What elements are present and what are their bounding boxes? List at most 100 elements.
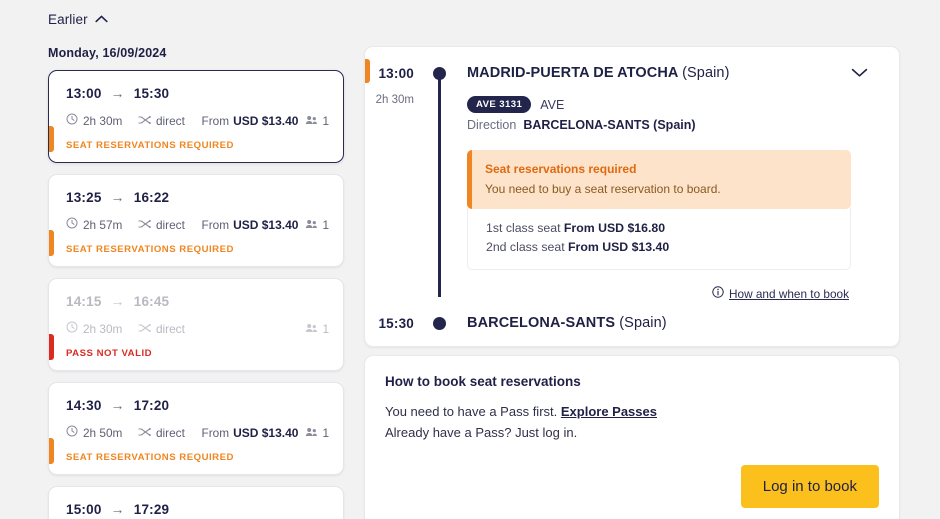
warning-text: You need to buy a seat reservation to bo… (485, 182, 721, 197)
changes-group: direct (138, 322, 185, 336)
arrive-time: 15:30 (133, 85, 170, 101)
how-to-book-row[interactable]: How and when to book (467, 285, 851, 303)
clock-icon (66, 113, 78, 128)
journey-detail-card: 13:00 2h 30m MADRID-PUERTA DE ATOCHA (Sp… (364, 46, 900, 348)
departure-time-column: 13:00 2h 30m (365, 65, 427, 305)
status-accent-bar (49, 334, 54, 360)
duration-group: 2h 30m (66, 113, 138, 128)
depart-time: 13:25 (66, 189, 102, 205)
passengers-icon (305, 218, 318, 232)
journey-card[interactable]: 14:30 → 17:20 2h 50m direct From USD $13… (48, 382, 344, 475)
journey-card[interactable]: 14:15 → 16:45 2h 30m direct 1 PASS NOT V… (48, 278, 344, 371)
duration-value: 2h 30m (83, 113, 123, 128)
booking-line-1: You need to have a Pass first. Explore P… (385, 401, 879, 422)
earlier-toggle[interactable]: Earlier (48, 8, 108, 30)
arrow-right-icon: → (110, 85, 125, 101)
earlier-label: Earlier (48, 11, 88, 27)
train-type-label: AVE (540, 97, 565, 112)
changes-value: direct (156, 425, 185, 440)
depart-time: 14:30 (66, 397, 102, 413)
price-group: From USD $13.40 (202, 114, 299, 128)
passengers-count: 1 (322, 217, 329, 232)
arrow-right-icon: → (110, 189, 125, 205)
info-icon (712, 285, 724, 303)
passengers-count: 1 (322, 425, 329, 440)
journey-times: 14:15 → 16:45 (66, 293, 329, 309)
search-results-page: Earlier Monday, 16/09/2024 13:00 → 15:30… (0, 0, 940, 519)
origin-station-name: MADRID-PUERTA DE ATOCHA (Spain) (467, 65, 851, 82)
journey-meta: 2h 30m direct From USD $13.40 1 (66, 113, 329, 128)
results-layout: Monday, 16/09/2024 13:00 → 15:30 2h 30m (48, 46, 900, 519)
leg-departure: 13:00 2h 30m MADRID-PUERTA DE ATOCHA (Sp… (365, 65, 881, 305)
detail-accent-bar (365, 59, 370, 83)
fare-price: From USD $13.40 (568, 240, 670, 255)
arrive-time: 17:20 (133, 397, 170, 413)
booking-info-card: How to book seat reservations You need t… (364, 355, 900, 519)
destination-station-name: BARCELONA-SANTS (Spain) (467, 315, 851, 332)
fare-row: 1st class seat From USD $16.80 (486, 219, 836, 238)
price-value: USD $13.40 (233, 113, 299, 128)
timeline-line (438, 73, 441, 298)
booking-line-1-text: You need to have a Pass first. (385, 404, 561, 420)
clock-icon (66, 217, 78, 232)
fare-row: 2nd class seat From USD $13.40 (486, 238, 836, 257)
journey-times: 15:00 → 17:29 (66, 501, 329, 517)
origin-station-country: (Spain) (682, 65, 730, 81)
journey-card[interactable]: 13:00 → 15:30 2h 30m direct From USD $13… (48, 70, 344, 163)
journey-card[interactable]: 13:25 → 16:22 2h 57m direct From USD $13… (48, 174, 344, 267)
changes-group: direct (138, 114, 185, 128)
fare-price: From USD $16.80 (563, 221, 666, 236)
price-prefix: From (201, 113, 230, 128)
origin-station-label: MADRID-PUERTA DE ATOCHA (467, 65, 678, 81)
warning-accent-bar (467, 150, 472, 210)
destination-station-label: BARCELONA-SANTS (467, 315, 616, 332)
status-badge: SEAT RESERVATIONS REQUIRED (66, 244, 234, 255)
price-group: From USD $13.40 (202, 426, 299, 440)
booking-line-2: Already have a Pass? Just log in. (385, 425, 578, 441)
price-prefix: From (201, 425, 230, 440)
timeline-dot-arrival (433, 317, 446, 331)
arrive-time: 16:45 (133, 293, 170, 309)
passengers-icon (305, 114, 318, 128)
transfer-icon (138, 426, 151, 440)
direction-value: BARCELONA-SANTS (Spain) (523, 118, 696, 133)
direction-row: Direction BARCELONA-SANTS (Spain) (467, 118, 851, 132)
duration-group: 2h 50m (66, 425, 138, 440)
duration-value: 2h 50m (83, 425, 123, 440)
timeline-rail-end (427, 315, 453, 332)
passenger-group: 1 (305, 114, 329, 128)
status-accent-bar (49, 438, 54, 464)
transfer-icon (138, 114, 151, 128)
timeline-rail (427, 65, 453, 305)
explore-passes-link[interactable]: Explore Passes (561, 404, 657, 419)
status-badge: SEAT RESERVATIONS REQUIRED (66, 452, 234, 463)
depart-time: 14:15 (66, 293, 102, 309)
changes-value: direct (156, 113, 185, 128)
passenger-group: 1 (305, 218, 329, 232)
status-accent-bar (49, 230, 54, 256)
arrival-content: BARCELONA-SANTS (Spain) (453, 315, 851, 334)
duration-value: 2h 57m (83, 217, 123, 232)
status-badge: PASS NOT VALID (66, 348, 153, 359)
timeline-dot-departure (433, 67, 446, 80)
train-number-badge: AVE 3131 (467, 96, 532, 114)
journey-times: 14:30 → 17:20 (66, 397, 329, 413)
changes-group: direct (138, 218, 185, 232)
destination-station-country: (Spain) (619, 315, 667, 332)
journey-list-column: Monday, 16/09/2024 13:00 → 15:30 2h 30m (48, 46, 344, 519)
seat-reservation-warning: Seat reservations required You need to b… (467, 150, 851, 210)
journey-times: 13:00 → 15:30 (66, 85, 329, 101)
arrival-time: 15:30 (378, 316, 414, 332)
price-group: From USD $13.40 (202, 218, 299, 232)
journey-card[interactable]: 15:00 → 17:29 2h 29m direct From (48, 486, 344, 519)
how-and-when-to-book-link[interactable]: How and when to book (729, 287, 849, 301)
changes-group: direct (138, 426, 185, 440)
transfer-icon (138, 322, 151, 336)
passengers-count: 1 (322, 113, 329, 128)
journey-times: 13:25 → 16:22 (66, 189, 329, 205)
log-in-to-book-button[interactable]: Log in to book (740, 465, 879, 509)
warning-title: Seat reservations required (485, 162, 637, 177)
passengers-icon (305, 426, 318, 440)
chevron-down-icon[interactable] (851, 65, 868, 82)
clock-icon (66, 425, 78, 440)
